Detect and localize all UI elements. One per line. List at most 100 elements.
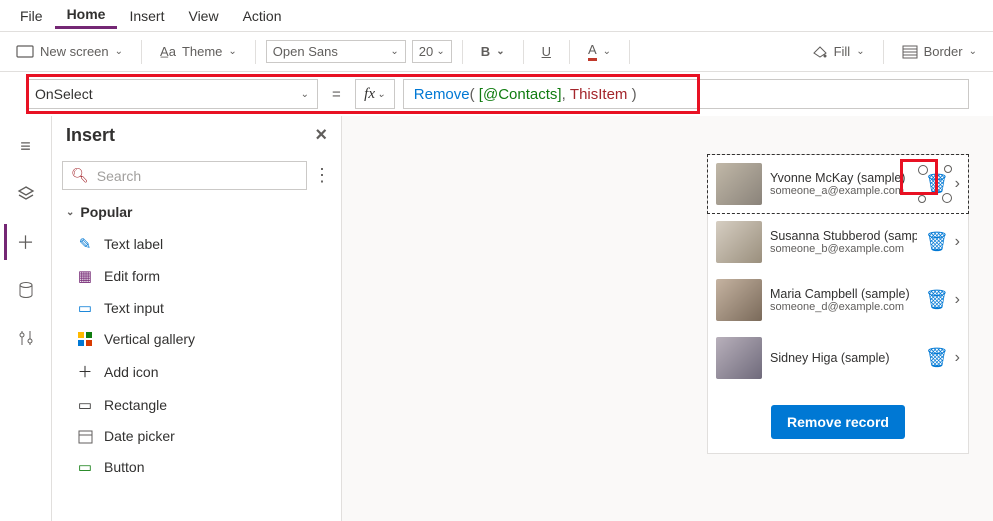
- divider: [629, 40, 630, 64]
- database-icon: [18, 281, 34, 299]
- close-icon[interactable]: ×: [315, 124, 327, 147]
- remove-record-button[interactable]: Remove record: [771, 405, 905, 439]
- insert-item-label: Date picker: [104, 428, 175, 444]
- font-color-button[interactable]: A ⌄: [580, 38, 619, 65]
- insert-item-label: Button: [104, 459, 144, 475]
- insert-add-icon[interactable]: ＋ Add icon: [52, 354, 341, 389]
- insert-button[interactable]: ▭ Button: [52, 451, 341, 483]
- menu-insert[interactable]: Insert: [117, 4, 176, 28]
- category-popular[interactable]: ⌄ Popular: [52, 196, 341, 228]
- theme-icon: A̲a: [160, 44, 176, 59]
- trash-icon[interactable]: 🗑: [925, 172, 945, 196]
- equals-sign: =: [326, 86, 347, 103]
- insert-edit-form[interactable]: ▦ Edit form: [52, 260, 341, 292]
- form-icon: ▦: [76, 267, 94, 285]
- fill-icon: [812, 45, 828, 59]
- insert-date-picker[interactable]: Date picker: [52, 421, 341, 451]
- canvas[interactable]: Yvonne McKay (sample) someone_a@example.…: [342, 116, 993, 521]
- gallery-item[interactable]: Sidney Higa (sample) 🗑 ›: [708, 329, 968, 387]
- chevron-right-icon[interactable]: ›: [953, 233, 960, 251]
- trash-icon[interactable]: 🗑: [925, 288, 945, 312]
- contact-email: someone_d@example.com: [770, 301, 917, 313]
- fill-label: Fill: [834, 44, 851, 59]
- chevron-right-icon[interactable]: ›: [953, 349, 960, 367]
- layers-icon: [17, 185, 35, 203]
- rail-settings[interactable]: [6, 320, 46, 356]
- insert-panel: Insert × 🔍︎ Search ⋮ ⌄ Popular ✎ Text la…: [52, 116, 342, 521]
- font-size-select[interactable]: 20 ⌄: [412, 40, 452, 63]
- divider: [523, 40, 524, 64]
- contact-name: Sidney Higa (sample): [770, 351, 917, 365]
- chevron-right-icon[interactable]: ›: [953, 291, 960, 309]
- divider: [462, 40, 463, 64]
- category-label: Popular: [80, 204, 132, 220]
- property-value: OnSelect: [35, 86, 93, 102]
- menu-view[interactable]: View: [176, 4, 230, 28]
- divider: [883, 40, 884, 64]
- gallery-item[interactable]: Yvonne McKay (sample) someone_a@example.…: [708, 155, 968, 213]
- rail-data[interactable]: [6, 272, 46, 308]
- border-icon: [902, 45, 918, 59]
- menu-bar: File Home Insert View Action: [0, 0, 993, 32]
- more-icon[interactable]: ⋮: [313, 165, 331, 186]
- insert-title: Insert: [66, 125, 115, 146]
- rail-tree[interactable]: ≡: [6, 128, 46, 164]
- avatar: [716, 221, 762, 263]
- menu-home[interactable]: Home: [55, 2, 118, 29]
- theme-label: Theme: [182, 44, 222, 59]
- insert-item-label: Text input: [104, 300, 164, 316]
- font-select[interactable]: Open Sans ⌄: [266, 40, 406, 63]
- menu-file[interactable]: File: [8, 4, 55, 28]
- chevron-right-icon[interactable]: ›: [953, 175, 960, 193]
- contact-name: Susanna Stubberod (sample): [770, 229, 917, 243]
- plus-icon: ＋: [76, 361, 94, 382]
- gallery-item[interactable]: Susanna Stubberod (sample) someone_b@exa…: [708, 213, 968, 271]
- search-input[interactable]: 🔍︎ Search: [62, 161, 307, 190]
- chevron-down-icon: ⌄: [115, 46, 123, 57]
- trash-icon[interactable]: 🗑: [925, 346, 945, 370]
- left-rail: ≡ ＋: [0, 116, 52, 521]
- property-select[interactable]: OnSelect ⌄: [26, 79, 318, 109]
- avatar: [716, 279, 762, 321]
- trash-icon[interactable]: 🗑: [925, 230, 945, 254]
- screen-icon: [16, 45, 34, 59]
- new-screen-button[interactable]: New screen ⌄: [8, 40, 131, 63]
- bold-button[interactable]: B ⌄: [473, 40, 513, 63]
- theme-button[interactable]: A̲a Theme ⌄: [152, 40, 245, 63]
- avatar: [716, 337, 762, 379]
- main-area: ≡ ＋ Insert × 🔍︎ Search ⋮ ⌄ Popular: [0, 116, 993, 521]
- contact-email: someone_b@example.com: [770, 243, 917, 255]
- insert-item-label: Rectangle: [104, 397, 167, 413]
- insert-item-label: Add icon: [104, 364, 158, 380]
- insert-text-input[interactable]: ▭ Text input: [52, 292, 341, 324]
- label-icon: ✎: [76, 235, 94, 253]
- gallery-icon: [76, 332, 94, 347]
- fx-button[interactable]: fx ⌄: [355, 79, 395, 109]
- rail-layers[interactable]: [6, 176, 46, 212]
- border-button[interactable]: Border ⌄: [894, 40, 985, 63]
- button-icon: ▭: [76, 458, 94, 476]
- chevron-down-icon: ⌄: [436, 46, 444, 57]
- contact-name: Maria Campbell (sample): [770, 287, 917, 301]
- input-icon: ▭: [76, 299, 94, 317]
- divider: [141, 40, 142, 64]
- font-name-value: Open Sans: [273, 44, 338, 59]
- insert-item-label: Text label: [104, 236, 163, 252]
- formula-input[interactable]: Remove( [@Contacts], ThisItem ): [403, 79, 969, 109]
- insert-text-label[interactable]: ✎ Text label: [52, 228, 341, 260]
- insert-vertical-gallery[interactable]: Vertical gallery: [52, 324, 341, 354]
- formula-fn: Remove: [414, 86, 470, 103]
- chevron-down-icon: ⌄: [856, 46, 864, 57]
- underline-button[interactable]: U: [534, 40, 559, 63]
- font-size-value: 20: [419, 44, 433, 59]
- rail-insert[interactable]: ＋: [4, 224, 44, 260]
- rect-icon: ▭: [76, 396, 94, 414]
- chevron-down-icon: ⌄: [969, 46, 977, 57]
- divider: [569, 40, 570, 64]
- fill-button[interactable]: Fill ⌄: [804, 40, 873, 63]
- menu-action[interactable]: Action: [231, 4, 294, 28]
- insert-rectangle[interactable]: ▭ Rectangle: [52, 389, 341, 421]
- insert-item-label: Vertical gallery: [104, 331, 195, 347]
- insert-item-label: Edit form: [104, 268, 160, 284]
- gallery-item[interactable]: Maria Campbell (sample) someone_d@exampl…: [708, 271, 968, 329]
